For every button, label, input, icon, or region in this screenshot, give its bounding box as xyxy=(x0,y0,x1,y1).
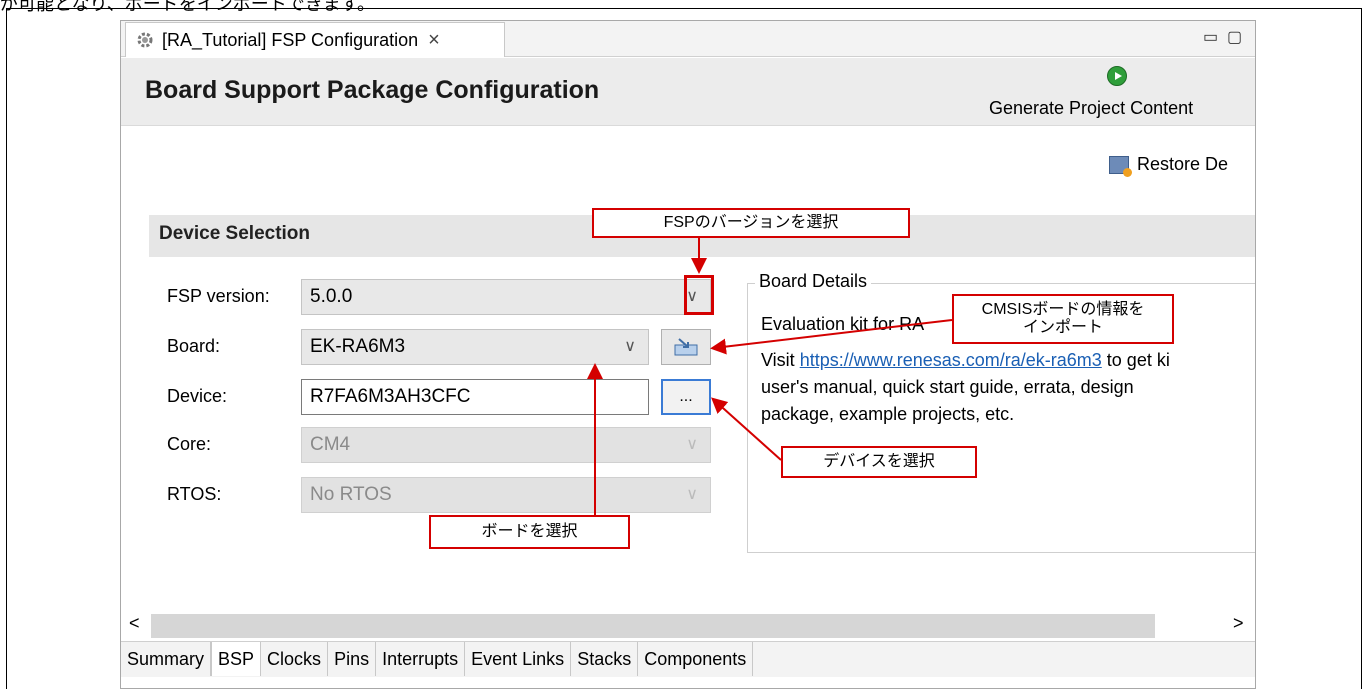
board-details-line: user's manual, quick start guide, errata… xyxy=(761,377,1134,397)
restore-icon xyxy=(1109,155,1132,177)
rtos-select: No RTOS ∨ xyxy=(301,477,711,513)
chevron-down-icon[interactable]: ∨ xyxy=(624,336,636,356)
device-field[interactable]: R7FA6M3AH3CFC xyxy=(301,379,649,415)
restore-defaults-button[interactable]: Restore De xyxy=(1109,154,1229,177)
board-details-line: package, example projects, etc. xyxy=(761,404,1015,424)
board-link[interactable]: https://www.renesas.com/ra/ek-ra6m3 xyxy=(800,350,1102,370)
callout-fsp-version: FSPのバージョンを選択 xyxy=(592,208,910,238)
tab-summary[interactable]: Summary xyxy=(121,642,212,676)
editor-tab-title: [RA_Tutorial] FSP Configuration xyxy=(162,29,419,50)
callout-select-device: デバイスを選択 xyxy=(781,446,977,478)
tab-clocks[interactable]: Clocks xyxy=(261,642,329,676)
page-header: Board Support Package Configuration Gene… xyxy=(121,58,1255,126)
fsp-version-select[interactable]: 5.0.0 ∨ xyxy=(301,279,711,315)
rtos-label: RTOS: xyxy=(167,484,222,504)
device-browse-button[interactable]: ... xyxy=(661,379,711,415)
minimize-icon[interactable]: ▭ xyxy=(1203,27,1218,47)
scroll-left-icon[interactable]: < xyxy=(129,613,140,634)
import-icon xyxy=(674,338,698,356)
tab-interrupts[interactable]: Interrupts xyxy=(376,642,466,676)
generate-project-content-button[interactable]: Generate Project Content xyxy=(989,98,1193,119)
page-title: Board Support Package Configuration xyxy=(145,76,600,104)
callout-select-board: ボードを選択 xyxy=(429,515,630,549)
generate-icon[interactable] xyxy=(1107,66,1127,86)
scroll-right-icon[interactable]: > xyxy=(1233,613,1244,634)
tab-components[interactable]: Components xyxy=(638,642,754,676)
fsp-version-value: 5.0.0 xyxy=(310,286,353,307)
section-title: Device Selection xyxy=(159,223,311,244)
tab-event-links[interactable]: Event Links xyxy=(465,642,572,676)
restore-label: Restore De xyxy=(1137,154,1229,174)
close-icon[interactable]: × xyxy=(428,29,440,52)
fsp-configuration-editor: [RA_Tutorial] FSP Configuration × ▭ ▢ Bo… xyxy=(120,20,1256,689)
device-label: Device: xyxy=(167,386,228,406)
editor-tab-bar: [RA_Tutorial] FSP Configuration × ▭ ▢ xyxy=(121,21,1255,57)
import-cmsis-board-button[interactable] xyxy=(661,329,711,365)
board-label: Board: xyxy=(167,336,221,356)
board-details-legend: Board Details xyxy=(755,271,872,292)
tab-stacks[interactable]: Stacks xyxy=(571,642,639,676)
gear-icon xyxy=(134,29,156,51)
board-value: EK-RA6M3 xyxy=(310,336,406,357)
editor-tab[interactable]: [RA_Tutorial] FSP Configuration × xyxy=(125,22,505,57)
tab-pins[interactable]: Pins xyxy=(328,642,377,676)
horizontal-scrollbar[interactable]: < > xyxy=(121,611,1255,641)
board-select[interactable]: EK-RA6M3 ∨ xyxy=(301,329,649,365)
fsp-chevron-highlight xyxy=(684,275,714,315)
fsp-version-label: FSP version: xyxy=(167,286,270,306)
maximize-icon[interactable]: ▢ xyxy=(1227,27,1242,47)
chevron-down-icon: ∨ xyxy=(686,486,698,503)
callout-cmsis-import: CMSISボードの情報を インポート xyxy=(952,294,1174,344)
core-label: Core: xyxy=(167,434,212,454)
rtos-value: No RTOS xyxy=(310,484,392,505)
board-details-visit-line: Visit https://www.renesas.com/ra/ek-ra6m… xyxy=(761,350,1170,370)
tab-bsp[interactable]: BSP xyxy=(211,642,262,676)
scrollbar-thumb[interactable] xyxy=(151,614,1155,638)
bottom-tab-bar: Summary BSP Clocks Pins Interrupts Event… xyxy=(121,641,1255,677)
chevron-down-icon: ∨ xyxy=(686,436,698,453)
core-select: CM4 ∨ xyxy=(301,427,711,463)
core-value: CM4 xyxy=(310,434,351,455)
